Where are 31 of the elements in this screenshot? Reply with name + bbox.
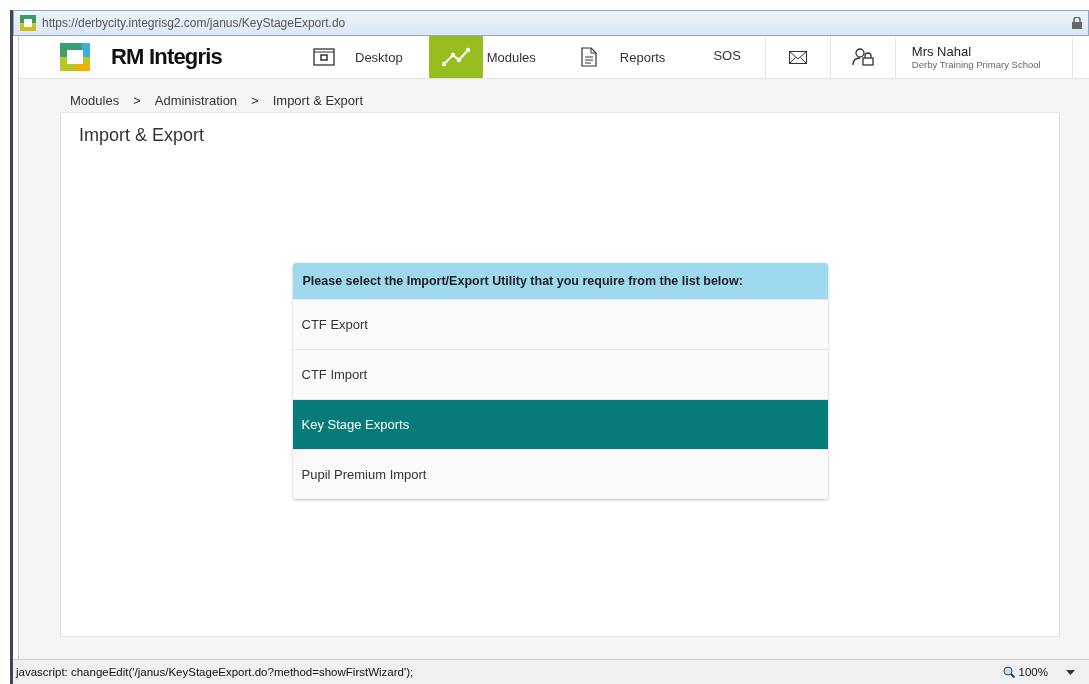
utility-item[interactable]: CTF Export bbox=[292, 299, 828, 349]
line-chart-icon bbox=[440, 47, 471, 67]
address-bar[interactable]: https://derbycity.integrisg2.com/janus/KeyStageExport.do bbox=[13, 10, 1089, 36]
envelope-icon bbox=[788, 50, 807, 64]
breadcrumb-separator: > bbox=[133, 93, 141, 108]
nav-tab[interactable]: Reports bbox=[561, 36, 704, 78]
utility-item[interactable]: Pupil Premium Import bbox=[292, 449, 828, 499]
page-title: Import & Export bbox=[79, 125, 205, 146]
brand-name: RM Integris bbox=[111, 44, 223, 70]
breadcrumb-separator: > bbox=[251, 93, 259, 108]
breadcrumb-link[interactable]: Modules bbox=[70, 93, 120, 108]
status-text: javascript: changeEdit('/janus/KeyStageExport.do?method=showFirstWizard'); bbox=[16, 666, 415, 678]
window-icon bbox=[313, 48, 335, 66]
zoom-icon bbox=[1002, 666, 1015, 678]
utility-item[interactable]: Key Stage Exports bbox=[292, 399, 828, 449]
document-icon bbox=[580, 47, 597, 67]
breadcrumb-link[interactable]: Administration bbox=[154, 93, 238, 108]
nav-tab[interactable]: Desktop bbox=[297, 36, 429, 78]
site-icon bbox=[20, 15, 36, 31]
lock-icon bbox=[1072, 17, 1082, 29]
user-lock-icon bbox=[851, 48, 874, 66]
zoom-level[interactable]: 100% bbox=[1018, 666, 1048, 678]
list-heading: Please select the Import/Export Utility that you require from the list below: bbox=[292, 263, 828, 299]
logo-icon bbox=[60, 43, 90, 71]
user-name: Mrs Nahal bbox=[911, 44, 973, 59]
nav-tab[interactable]: SOS bbox=[703, 36, 751, 78]
school-name: Derby Training Primary School bbox=[911, 59, 1042, 70]
dropdown-caret-icon[interactable] bbox=[1066, 669, 1075, 675]
nav-tab[interactable]: Modules bbox=[428, 36, 562, 78]
breadcrumb-link[interactable]: Import & Export bbox=[272, 93, 363, 108]
url-text: https://derbycity.integrisg2.com/janus/KeyStageExport.do bbox=[42, 16, 347, 30]
